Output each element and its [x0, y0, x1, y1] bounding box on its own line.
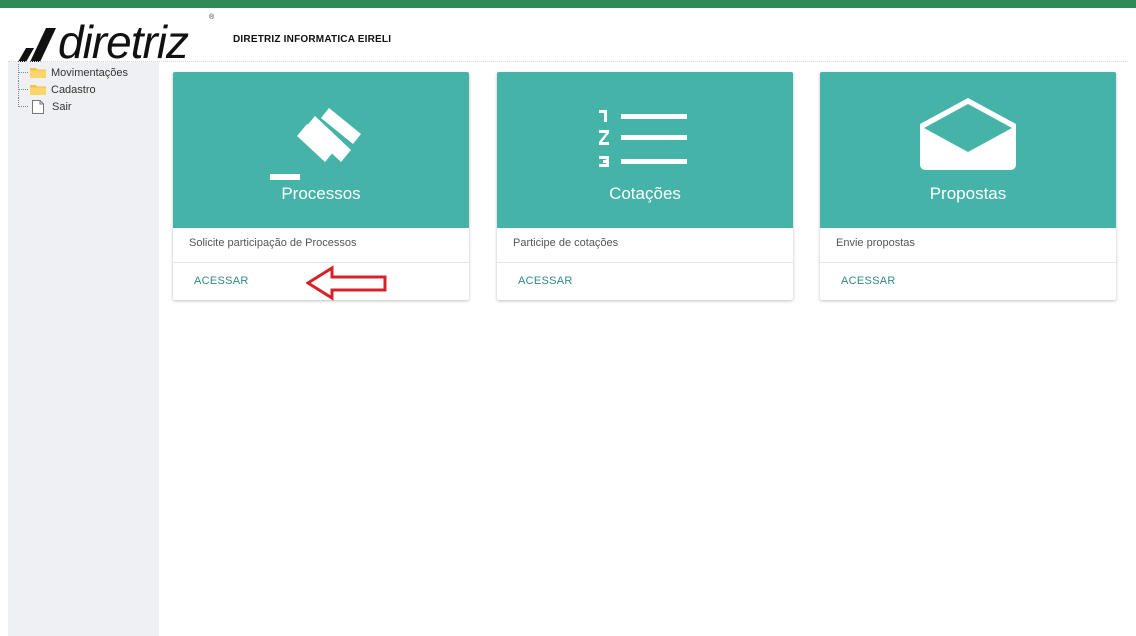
- header: diretriz ® DIRETRIZ INFORMATICA EIRELI: [0, 8, 1136, 68]
- navigation-tree: Movimentações Cadastro Sair: [16, 64, 128, 115]
- tree-item-label: Cadastro: [51, 83, 96, 96]
- tree-connector: [16, 98, 30, 115]
- registered-mark: ®: [209, 14, 215, 21]
- folder-icon: [30, 85, 46, 95]
- card-description: Envie propostas: [836, 237, 915, 249]
- company-name: DIRETRIZ INFORMATICA EIRELI: [233, 34, 392, 45]
- card-divider: [497, 262, 793, 263]
- card-media: Cotações: [497, 72, 793, 228]
- open-envelope-icon: [920, 98, 1016, 170]
- tree-item-label: Sair: [52, 100, 72, 113]
- acessar-propostas-button[interactable]: ACESSAR: [841, 275, 896, 287]
- card-media: Propostas: [820, 72, 1116, 228]
- card-cotacoes: Cotações Participe de cotações ACESSAR: [497, 72, 793, 300]
- top-accent-bar: [0, 0, 1136, 8]
- tree-item-movimentacoes[interactable]: Movimentações: [16, 64, 128, 81]
- sidebar: Movimentações Cadastro Sair: [8, 62, 159, 636]
- logo-mark-icon: [18, 28, 56, 62]
- header-divider: [8, 61, 1128, 62]
- document-icon: [32, 99, 44, 114]
- card-propostas: Propostas Envie propostas ACESSAR: [820, 72, 1116, 300]
- tree-item-cadastro[interactable]: Cadastro: [16, 81, 128, 98]
- logo-wordmark: diretriz: [58, 16, 189, 68]
- card-description: Solicite participação de Processos: [189, 237, 357, 249]
- card-title: Processos: [281, 184, 361, 203]
- gavel-icon: [270, 108, 361, 180]
- diretriz-logo[interactable]: diretriz: [16, 14, 189, 68]
- annotation-arrow-icon: [306, 265, 387, 301]
- acessar-processos-button[interactable]: ACESSAR: [194, 275, 249, 287]
- card-divider: [173, 262, 469, 263]
- tree-connector: [16, 81, 30, 98]
- acessar-cotacoes-button[interactable]: ACESSAR: [518, 275, 573, 287]
- tree-connector: [16, 64, 30, 81]
- folder-icon: [30, 68, 46, 78]
- card-divider: [820, 262, 1116, 263]
- card-title: Cotações: [609, 184, 681, 203]
- tree-item-label: Movimentações: [51, 66, 129, 79]
- card-media: Processos: [173, 72, 469, 228]
- numbered-list-icon: [599, 110, 687, 167]
- card-description: Participe de cotações: [513, 237, 619, 249]
- card-title: Propostas: [929, 184, 1007, 203]
- tree-item-sair[interactable]: Sair: [16, 98, 128, 115]
